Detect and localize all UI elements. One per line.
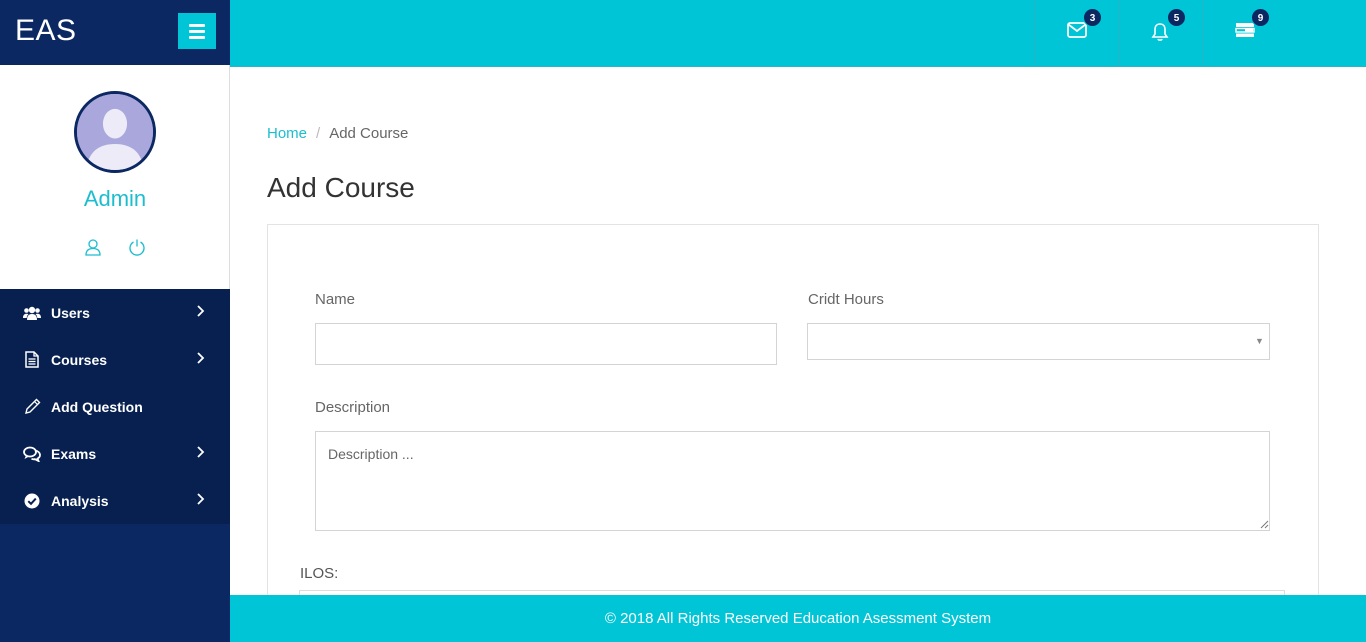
name-label: Name [315, 291, 356, 308]
avatar [74, 91, 156, 173]
sidebar-item-label: Courses [51, 351, 108, 368]
tasks-count-badge: 9 [1251, 8, 1270, 27]
footer-copyright: © 2018 All Rights Reserved Education Ase… [604, 610, 992, 627]
profile-actions [0, 238, 230, 256]
users-icon [23, 304, 41, 322]
bell-icon [1151, 23, 1169, 41]
chevron-right-icon [197, 305, 205, 317]
sidebar-item-analysis[interactable]: Analysis [0, 477, 230, 524]
sidebar-item-exams[interactable]: Exams [0, 430, 230, 477]
breadcrumb-current: Add Course [329, 125, 409, 142]
sidebar-item-label: Users [51, 304, 90, 321]
top-navbar: 3 5 9 [230, 0, 1366, 67]
hamburger-icon-bar [189, 23, 205, 27]
sidebar-item-courses[interactable]: Courses [0, 336, 230, 383]
resize-handle-icon[interactable] [1259, 519, 1269, 529]
messages-count-badge: 3 [1083, 8, 1102, 27]
notifications-button[interactable]: 5 [1118, 0, 1202, 66]
tasks-list-icon [1235, 23, 1255, 37]
hamburger-icon-bar [189, 35, 205, 39]
description-label: Description [315, 399, 391, 416]
power-icon[interactable] [128, 238, 146, 256]
sidebar-item-add-question[interactable]: Add Question [0, 383, 230, 430]
breadcrumb-home-link[interactable]: Home [267, 125, 307, 142]
name-input[interactable] [315, 323, 777, 365]
brand-header: EAS [0, 0, 230, 65]
envelope-icon [1067, 22, 1087, 38]
profile-panel: Admin [0, 65, 230, 289]
hamburger-icon-bar [189, 29, 205, 33]
notifications-count-badge: 5 [1167, 8, 1186, 27]
comments-icon [23, 445, 41, 463]
description-textarea[interactable] [315, 431, 1270, 531]
sidebar-menu: Users Courses Add Question Exams Analysi… [0, 289, 230, 524]
chevron-right-icon [197, 493, 205, 505]
tasks-button[interactable]: 9 [1202, 0, 1286, 66]
chevron-right-icon [197, 446, 205, 458]
breadcrumb-separator: / [316, 125, 321, 142]
messages-button[interactable]: 3 [1034, 0, 1118, 66]
page-title: Add Course [267, 172, 415, 203]
sidebar-item-label: Analysis [51, 492, 109, 509]
chevron-right-icon [197, 352, 205, 364]
sidebar: EAS Admin Users Courses Add Question Exa… [0, 0, 230, 642]
sidebar-item-label: Exams [51, 445, 97, 462]
user-profile-icon[interactable] [84, 238, 102, 256]
dropdown-arrow-icon: ▼ [1255, 336, 1264, 346]
brand-title[interactable]: EAS [15, 14, 77, 48]
sidebar-item-label: Add Question [51, 398, 143, 415]
credit-hours-select[interactable] [807, 323, 1270, 360]
footer: © 2018 All Rights Reserved Education Ase… [230, 595, 1366, 642]
check-circle-icon [23, 492, 41, 510]
user-silhouette-icon [77, 94, 153, 170]
pencil-icon [23, 398, 41, 416]
menu-toggle-button[interactable] [178, 13, 216, 49]
breadcrumb: Home / Add Course [267, 125, 408, 142]
file-icon [23, 351, 41, 369]
sidebar-item-users[interactable]: Users [0, 289, 230, 336]
ilos-label: ILOS: [300, 565, 339, 582]
profile-name: Admin [83, 186, 147, 211]
credit-hours-label: Cridt Hours [808, 291, 884, 308]
